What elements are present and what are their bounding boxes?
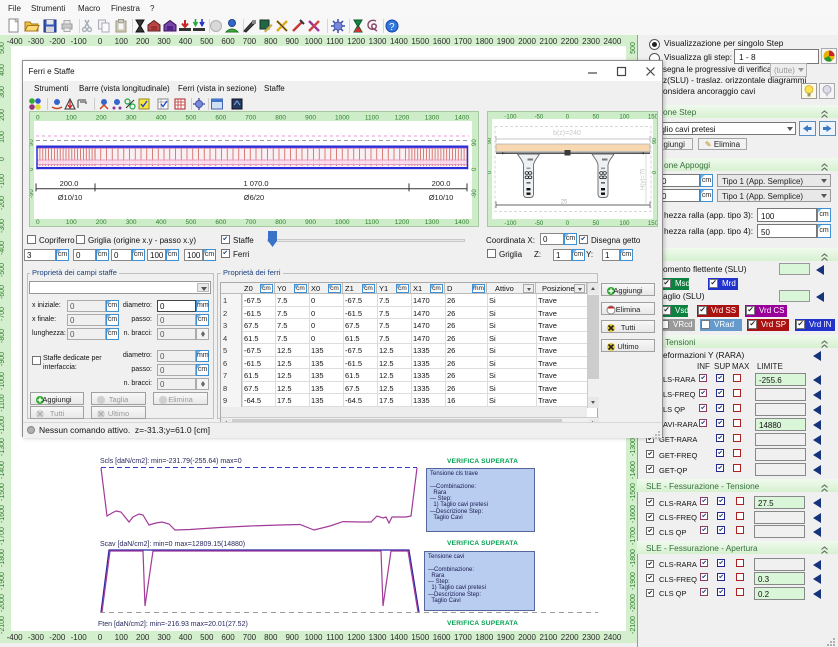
svg-text:150: 150 xyxy=(648,115,657,121)
svg-text:0: 0 xyxy=(488,171,493,174)
svg-text:1200: 1200 xyxy=(395,115,410,122)
svg-text:800: 800 xyxy=(275,115,286,122)
svg-text:900: 900 xyxy=(305,219,316,226)
svg-text:90: 90 xyxy=(488,138,493,144)
svg-text:25: 25 xyxy=(561,200,568,206)
svg-text:1200: 1200 xyxy=(395,219,410,226)
svg-text:1400: 1400 xyxy=(455,219,470,226)
svg-text:Ø10/10: Ø10/10 xyxy=(429,193,454,202)
svg-text:200.0: 200.0 xyxy=(432,179,451,188)
svg-text:?: ? xyxy=(389,22,395,33)
svg-text:400: 400 xyxy=(156,219,167,226)
svg-text:150: 150 xyxy=(648,221,657,226)
svg-text:100: 100 xyxy=(66,115,77,122)
svg-text:600: 600 xyxy=(215,219,226,226)
svg-text:-100: -100 xyxy=(504,221,517,226)
svg-text:1400: 1400 xyxy=(455,115,470,122)
svg-text:1300: 1300 xyxy=(425,115,440,122)
svg-text:90: 90 xyxy=(472,139,478,146)
svg-text:-90: -90 xyxy=(472,189,478,198)
svg-text:0: 0 xyxy=(472,167,478,171)
svg-text:1000: 1000 xyxy=(335,115,350,122)
svg-text:200.0: 200.0 xyxy=(60,179,79,188)
svg-text:500: 500 xyxy=(186,219,197,226)
svg-text:200: 200 xyxy=(96,219,107,226)
svg-text:0: 0 xyxy=(566,221,570,226)
svg-text:100: 100 xyxy=(66,219,77,226)
svg-text:90: 90 xyxy=(652,138,657,144)
svg-text:300: 300 xyxy=(126,115,137,122)
svg-text:50: 50 xyxy=(593,221,600,226)
svg-text:H(y)=75: H(y)=75 xyxy=(641,168,647,190)
svg-text:1100: 1100 xyxy=(365,219,379,226)
svg-text:700: 700 xyxy=(245,219,256,226)
svg-text:1100: 1100 xyxy=(365,115,379,122)
svg-text:0: 0 xyxy=(36,115,40,122)
svg-text:-100: -100 xyxy=(504,115,517,121)
svg-text:90: 90 xyxy=(30,139,35,146)
svg-text:400: 400 xyxy=(156,115,167,122)
svg-text:100: 100 xyxy=(619,221,630,226)
svg-text:Ø10/10: Ø10/10 xyxy=(58,193,83,202)
svg-text:-50: -50 xyxy=(535,221,544,226)
svg-text:0: 0 xyxy=(36,219,40,226)
svg-text:300: 300 xyxy=(126,219,137,226)
svg-text:1 070.0: 1 070.0 xyxy=(243,179,268,188)
svg-text:900: 900 xyxy=(305,115,316,122)
svg-text:600: 600 xyxy=(215,115,226,122)
svg-text:1300: 1300 xyxy=(425,219,440,226)
svg-text:50: 50 xyxy=(593,115,600,121)
svg-text:800: 800 xyxy=(275,219,286,226)
svg-text:200: 200 xyxy=(96,115,107,122)
svg-text:-90: -90 xyxy=(30,189,35,198)
svg-text:-50: -50 xyxy=(535,115,544,121)
svg-text:0: 0 xyxy=(652,171,657,174)
svg-text:1000: 1000 xyxy=(335,219,350,226)
svg-text:b(z)=240: b(z)=240 xyxy=(553,130,581,137)
svg-text:Ø6/20: Ø6/20 xyxy=(244,193,264,202)
svg-text:500: 500 xyxy=(186,115,197,122)
svg-text:100: 100 xyxy=(619,115,630,121)
svg-text:700: 700 xyxy=(245,115,256,122)
